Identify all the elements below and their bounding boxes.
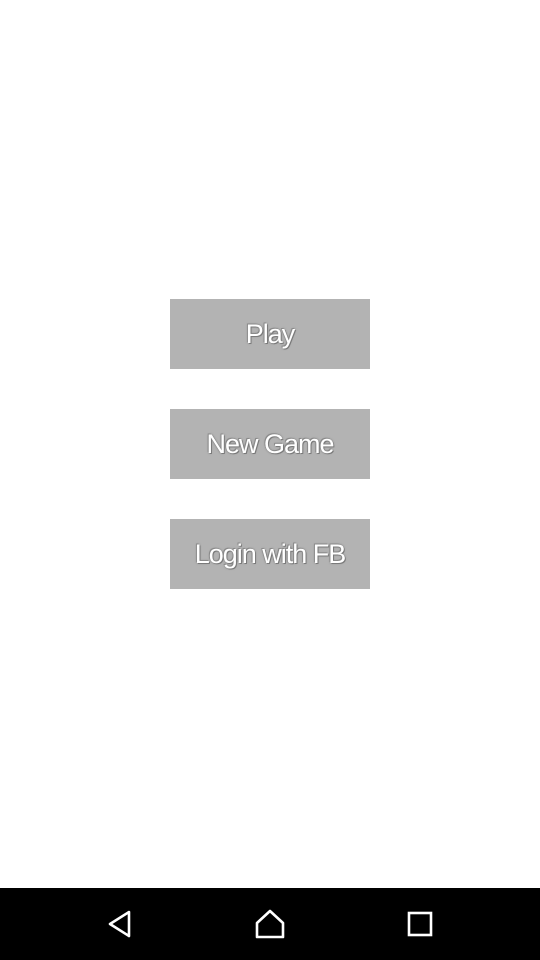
back-button[interactable] [80, 888, 160, 960]
home-icon [255, 909, 285, 939]
main-menu: Play New Game Login with FB [170, 299, 370, 589]
back-icon [108, 910, 131, 938]
home-button[interactable] [230, 888, 310, 960]
system-navigation-bar [0, 888, 540, 960]
recents-button[interactable] [380, 888, 460, 960]
login-with-fb-button[interactable]: Login with FB [170, 519, 370, 589]
play-button[interactable]: Play [170, 299, 370, 369]
new-game-button[interactable]: New Game [170, 409, 370, 479]
recents-icon [407, 911, 433, 937]
